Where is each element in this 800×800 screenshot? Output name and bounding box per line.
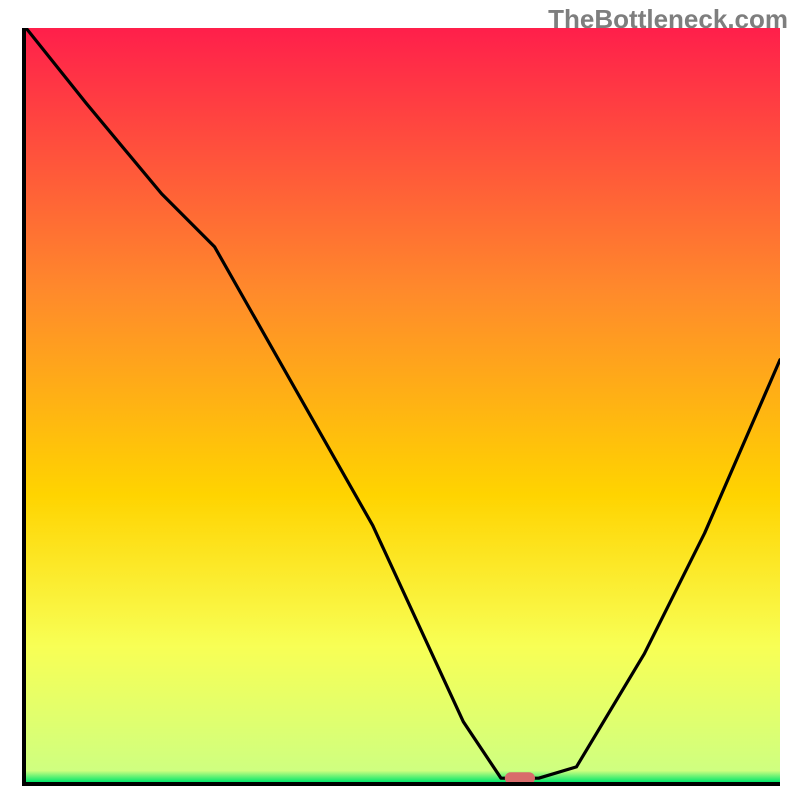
plot-area (22, 28, 780, 786)
optimal-marker (26, 28, 780, 782)
chart-container: TheBottleneck.com (0, 0, 800, 800)
